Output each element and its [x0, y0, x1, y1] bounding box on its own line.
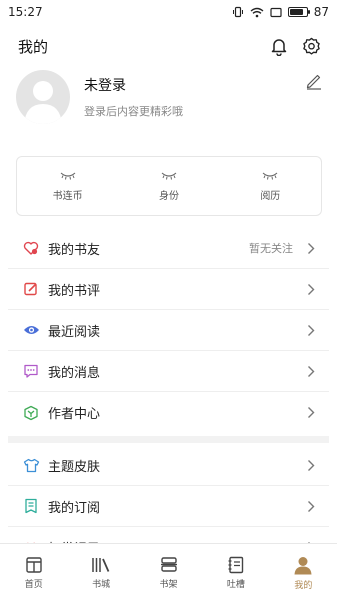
screen-icon	[270, 7, 282, 17]
tshirt-icon	[22, 456, 40, 474]
home-book-icon	[26, 557, 42, 573]
stats-card: 书连币 身份 阅历	[16, 156, 322, 216]
status-bar: 15:27 87	[0, 0, 337, 24]
chevron-right-icon	[308, 500, 315, 512]
user-avatar-icon	[294, 557, 312, 575]
menu-label: 作者中心	[48, 407, 101, 422]
page-title: 我的	[18, 37, 49, 56]
login-status[interactable]: 未登录	[84, 75, 323, 95]
page-header: 我的	[0, 30, 337, 62]
default-avatar-icon	[24, 81, 62, 124]
bookshelf-icon	[160, 557, 177, 572]
avatar[interactable]	[16, 70, 70, 124]
menu-label: 我的消息	[48, 365, 101, 381]
edit-note-icon	[22, 280, 40, 298]
heart-users-icon	[22, 239, 40, 257]
menu-label: 我的书友	[48, 242, 101, 258]
eye-icon	[22, 321, 40, 339]
follow-status: 暂无关注	[249, 242, 293, 255]
menu-item-recent-reading[interactable]: 最近阅读	[8, 310, 329, 351]
vibrate-icon	[232, 6, 243, 18]
closed-eye-icon	[60, 172, 76, 180]
stat-experience[interactable]: 阅历	[220, 157, 321, 215]
menu-item-author-center[interactable]: 作者中心	[8, 392, 329, 433]
chevron-right-icon	[308, 365, 315, 377]
tab-label: 首页	[24, 580, 43, 590]
edit-pencil-icon[interactable]	[305, 72, 323, 90]
menu-label: 主题皮肤	[48, 459, 101, 475]
stat-identity[interactable]: 身份	[118, 157, 219, 215]
tab-comments[interactable]: 吐槽	[202, 544, 269, 600]
tab-label: 我的	[294, 581, 313, 591]
stat-label: 阅历	[260, 190, 281, 202]
battery-percent: 87	[313, 5, 329, 19]
menu-label: 我的书评	[48, 283, 101, 299]
tab-home[interactable]: 首页	[0, 544, 67, 600]
tab-mine[interactable]: 我的	[270, 544, 337, 600]
tab-label: 书架	[159, 580, 178, 590]
section-divider	[8, 436, 329, 443]
battery-icon	[287, 7, 310, 17]
chevron-right-icon	[308, 283, 315, 295]
menu-group-main: 我的书友 暂无关注 我的书评 最近阅读 我的消息 作者中心	[8, 228, 329, 433]
closed-eye-icon	[262, 172, 278, 180]
stat-coins[interactable]: 书连币	[17, 157, 118, 215]
chevron-right-icon	[308, 407, 315, 418]
status-time: 15:27	[8, 5, 43, 19]
chevron-right-icon	[308, 242, 315, 254]
status-indicators: 87	[232, 5, 329, 19]
menu-item-theme-skin[interactable]: 主题皮肤	[8, 445, 329, 486]
bookmark-list-icon	[22, 497, 40, 515]
settings-gear-icon[interactable]	[302, 37, 321, 56]
tab-bookstore[interactable]: 书城	[67, 544, 134, 600]
library-icon	[92, 558, 110, 572]
chevron-right-icon	[308, 324, 315, 336]
menu-item-reviews[interactable]: 我的书评	[8, 269, 329, 310]
menu-item-messages[interactable]: 我的消息	[8, 351, 329, 392]
notebook-icon	[228, 556, 244, 574]
stat-label: 身份	[158, 190, 179, 202]
cube-icon	[22, 404, 40, 422]
menu-label: 我的订阅	[48, 500, 101, 516]
bottom-tab-bar: 首页 书城 书架 吐槽 我的	[0, 543, 337, 600]
tab-label: 书城	[92, 580, 111, 590]
chat-bubble-icon	[22, 362, 40, 380]
menu-item-friends[interactable]: 我的书友 暂无关注	[8, 228, 329, 269]
tab-label: 吐槽	[226, 580, 245, 590]
tab-bookshelf[interactable]: 书架	[135, 544, 202, 600]
chevron-right-icon	[308, 459, 315, 471]
menu-label: 最近阅读	[48, 324, 101, 340]
stat-label: 书连币	[52, 190, 83, 202]
login-hint: 登录后内容更精彩哦	[84, 105, 183, 118]
menu-item-subscriptions[interactable]: 我的订阅	[8, 486, 329, 527]
closed-eye-icon	[161, 172, 177, 180]
profile-section[interactable]: 未登录 登录后内容更精彩哦	[16, 68, 323, 126]
wifi-icon	[250, 7, 264, 17]
bell-icon[interactable]	[270, 37, 288, 56]
